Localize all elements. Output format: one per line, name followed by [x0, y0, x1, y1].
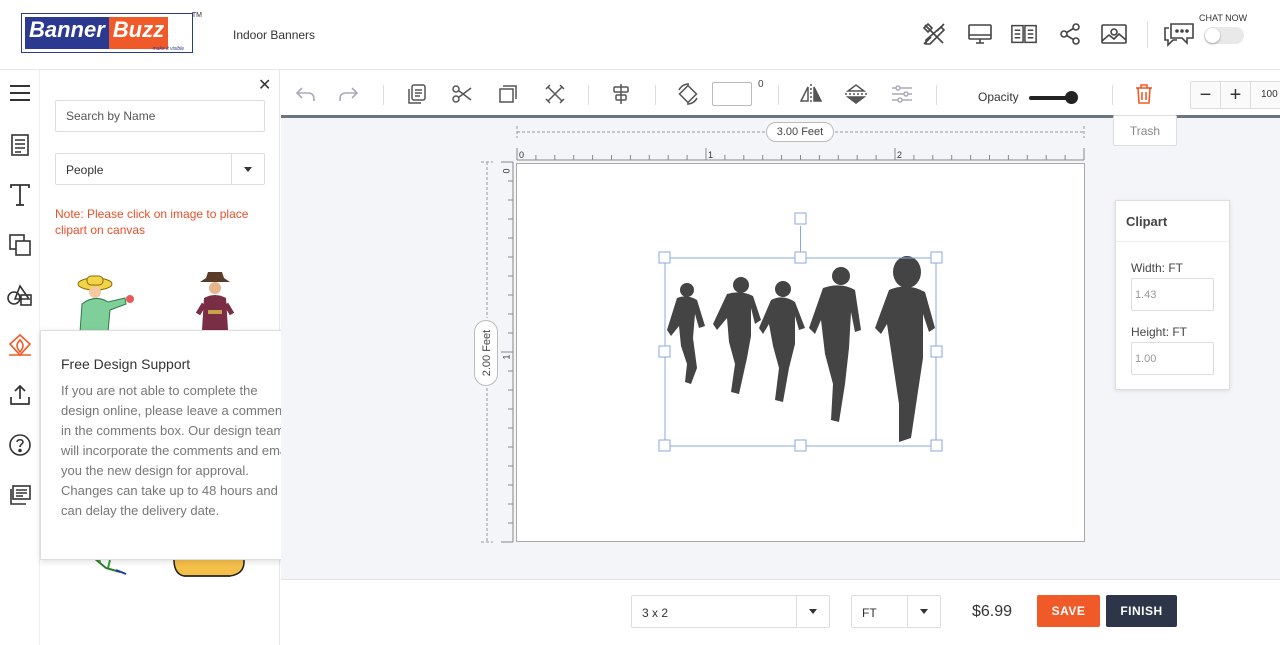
placement-note: Note: Please click on image to place cli…	[55, 207, 249, 237]
redo-icon[interactable]	[337, 82, 361, 106]
help-icon[interactable]	[5, 430, 35, 460]
properties-title: Clipart	[1116, 201, 1229, 242]
width-field[interactable]: 1.43	[1131, 278, 1214, 311]
logo-part2: Buzz	[108, 17, 169, 49]
flip-vertical-icon[interactable]	[844, 82, 868, 106]
text-icon[interactable]	[5, 180, 35, 210]
height-field[interactable]: 1.00	[1131, 342, 1214, 375]
zoom-out-button[interactable]: −	[1191, 82, 1221, 108]
zoom-in-button[interactable]: +	[1221, 82, 1251, 108]
clipart-properties-panel: Clipart Width: FT 1.43 Height: FT 1.00	[1115, 200, 1230, 390]
ruler-x-1: 1	[708, 150, 714, 160]
share-icon[interactable]	[1056, 20, 1084, 48]
book-icon[interactable]	[1010, 20, 1038, 48]
category-value: People	[66, 163, 104, 177]
support-body: If you are not able to complete the desi…	[61, 383, 293, 518]
canvas-width-label: 3.00 Feet	[766, 122, 834, 142]
flip-horizontal-icon[interactable]	[799, 82, 823, 106]
panel-close-icon[interactable]: ✕	[258, 78, 271, 94]
adjust-sliders-icon[interactable]	[890, 82, 914, 106]
opacity-slider-handle[interactable]	[1065, 91, 1078, 104]
monitor-icon[interactable]	[966, 20, 994, 48]
tools-icon[interactable]	[920, 20, 948, 48]
chevron-down-icon[interactable]	[796, 596, 829, 627]
cut-icon[interactable]	[450, 82, 474, 106]
category-select[interactable]: People	[55, 153, 265, 185]
trash-icon[interactable]	[1132, 82, 1156, 106]
unit-select[interactable]: FT	[851, 595, 941, 628]
chat-now-label: CHAT NOW	[1199, 13, 1248, 23]
degree-symbol: 0	[758, 79, 764, 90]
free-design-support-popup: Free Design Support ✕ If you are not abl…	[40, 330, 310, 560]
upload-icon[interactable]	[5, 380, 35, 410]
canvas-height-label: 2.00 Feet	[474, 320, 498, 386]
document-icon[interactable]	[5, 130, 35, 160]
height-label: Height: FT	[1131, 325, 1188, 339]
image-icon[interactable]	[1100, 20, 1128, 48]
duplicate-icon[interactable]	[496, 82, 520, 106]
clipart-thumb-farmer[interactable]	[70, 272, 140, 333]
chat-now-toggle[interactable]	[1204, 27, 1244, 44]
price: $6.99	[972, 603, 1013, 620]
product-title: Indoor Banners	[233, 28, 316, 42]
comments-icon[interactable]	[5, 480, 35, 510]
search-input[interactable]	[55, 100, 265, 132]
width-label: Width: FT	[1131, 261, 1184, 275]
logo-tm: TM	[191, 12, 202, 19]
save-button[interactable]: SAVE	[1037, 595, 1100, 627]
chevron-down-icon[interactable]	[231, 154, 264, 184]
ruler-y-1: 1	[501, 354, 512, 360]
copy-icon[interactable]	[405, 82, 429, 106]
finish-button[interactable]: FINISH	[1106, 595, 1177, 627]
menu-icon[interactable]	[5, 78, 35, 108]
support-title: Free Design Support	[61, 356, 191, 372]
logo-tagline: make it visible	[152, 46, 184, 52]
unit-value: FT	[862, 606, 877, 620]
delete-cross-icon[interactable]	[543, 82, 567, 106]
undo-icon[interactable]	[293, 82, 317, 106]
layers-icon[interactable]	[5, 230, 35, 260]
clipart-row-partial	[115, 585, 255, 593]
logo-part1: Banner	[25, 17, 109, 49]
size-value: 3 x 2	[642, 606, 669, 620]
canvas-height-text: 2.00 Feet	[481, 329, 493, 377]
clipart-thumb-cowboy[interactable]	[190, 270, 240, 332]
rotation-input[interactable]	[712, 82, 752, 106]
trash-tooltip: Trash	[1113, 115, 1177, 146]
ruler-y-0: 0	[501, 168, 512, 174]
selection-box[interactable]	[655, 208, 950, 458]
left-icon-rail	[0, 70, 40, 645]
align-center-icon[interactable]	[609, 82, 633, 106]
rotate-icon[interactable]	[676, 82, 700, 106]
chevron-down-icon[interactable]	[907, 596, 940, 627]
zoom-value: 100	[1261, 89, 1278, 100]
size-select[interactable]: 3 x 2	[631, 595, 830, 628]
ruler-x-0: 0	[519, 150, 525, 160]
zoom-control: − + 100	[1190, 81, 1280, 109]
clipart-icon[interactable]	[5, 330, 35, 360]
top-header: Banner Buzz make it visible TM Indoor Ba…	[0, 0, 1280, 70]
chat-icon[interactable]	[1163, 20, 1195, 48]
ruler-x-2: 2	[897, 150, 903, 160]
opacity-label: Opacity	[978, 90, 1019, 104]
edit-toolbar: 0 Opacity − + 100	[281, 70, 1280, 118]
logo[interactable]: Banner Buzz make it visible TM	[21, 12, 202, 53]
shapes-icon[interactable]	[5, 280, 35, 310]
